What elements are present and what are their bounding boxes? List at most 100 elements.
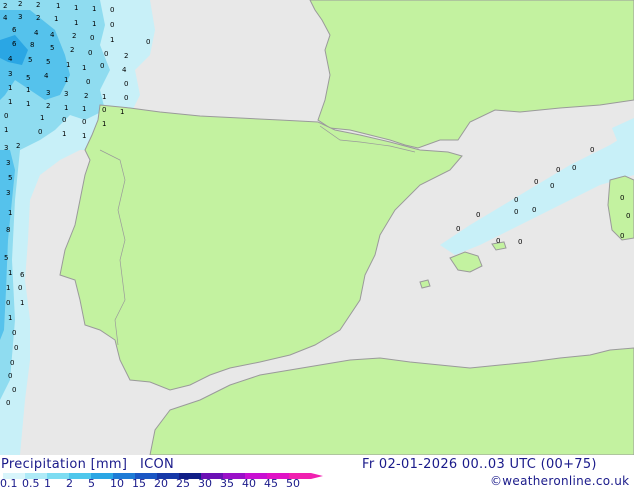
legend-tick-label: 35 [220, 477, 234, 490]
precip-value: 2 [46, 102, 50, 110]
precip-value: 8 [30, 41, 34, 49]
precip-value: 0 [82, 118, 86, 126]
precip-value: 0 [110, 21, 114, 29]
precip-value: 1 [8, 314, 12, 322]
precip-value: 5 [50, 44, 54, 52]
precip-value: 3 [18, 13, 22, 21]
precip-value: 0 [626, 212, 630, 220]
precip-value: 1 [20, 299, 24, 307]
legend-tick-label: 50 [286, 477, 300, 490]
precip-value: 6 [20, 271, 25, 279]
precip-value: 0 [534, 178, 538, 186]
precip-value: 0 [550, 182, 554, 190]
precip-value: 0 [102, 106, 106, 114]
precip-value: 1 [8, 209, 12, 217]
precip-value: 0 [88, 49, 92, 57]
precip-value: 0 [456, 225, 460, 233]
precip-value: 6 [12, 40, 17, 48]
precip-value: 1 [26, 86, 30, 94]
precip-value: 4 [44, 72, 49, 80]
ibiza-island [419, 279, 431, 289]
precip-value: 3 [46, 89, 50, 97]
legend-tick-label: 10 [110, 477, 124, 490]
precip-value: 6 [12, 26, 17, 34]
precip-value: 2 [72, 32, 76, 40]
map-title: Precipitation [mm] [1, 457, 128, 472]
legend-tick-label: 15 [132, 477, 146, 490]
precip-value: 0 [10, 359, 14, 367]
precip-value: 3 [6, 159, 10, 167]
valid-time: Fr 02-01-2026 00..03 UTC (00+75) [362, 457, 597, 472]
precip-value: 0 [572, 164, 576, 172]
precip-value: 0 [4, 112, 8, 120]
precip-value: 3 [64, 90, 68, 98]
precip-value: 4 [3, 14, 8, 22]
precip-value: 5 [26, 74, 30, 82]
precip-value: 0 [590, 146, 594, 154]
precip-value: 1 [102, 93, 106, 101]
precip-value: 0 [62, 116, 66, 124]
precip-value: 3 [6, 189, 10, 197]
model-name: ICON [140, 457, 175, 472]
footer-bar: Precipitation [mm] ICON Fr 02-01-2026 00… [0, 455, 634, 490]
precip-value: 1 [74, 19, 78, 27]
precip-value: 1 [82, 64, 86, 72]
precip-value: 0 [496, 237, 500, 245]
precip-value: 0 [476, 211, 480, 219]
precip-value: 0 [6, 299, 10, 307]
map-canvas: 2 2 2 1 1 1 04 3 2 1 1 1 06 4 4 2 0 1 06 8 5 2 0 0 24 5 5 1 1 0 43 5 4 1 0… [0, 0, 634, 456]
precip-value: 5 [8, 174, 12, 182]
precip-value: 1 [8, 269, 12, 277]
precip-value: 0 [12, 329, 16, 337]
precip-value: 4 [50, 31, 55, 39]
precip-value: 1 [4, 126, 8, 134]
precip-value: 0 [6, 399, 10, 407]
legend-tick-label: 0.1 [0, 477, 18, 490]
precip-value: 4 [122, 66, 127, 74]
legend-tick-label: 5 [88, 477, 95, 490]
precip-value: 1 [26, 100, 30, 108]
legend-tick-label: 20 [154, 477, 168, 490]
precip-value: 1 [66, 61, 70, 69]
precip-value: 0 [104, 50, 108, 58]
precip-value: 8 [6, 226, 10, 234]
precip-value: 1 [6, 284, 10, 292]
precip-value: 0 [90, 34, 94, 42]
precip-value: 2 [84, 92, 88, 100]
precip-value: 1 [64, 104, 68, 112]
legend-tick-label: 30 [198, 477, 212, 490]
precip-value: 1 [92, 5, 96, 13]
precip-value: 1 [64, 76, 68, 84]
precip-value: 2 [18, 0, 22, 8]
precip-value: 3 [8, 70, 12, 78]
precip-value: 1 [56, 2, 60, 10]
precip-value: 0 [532, 206, 536, 214]
legend-tick-label: 40 [242, 477, 256, 490]
precip-value: 0 [110, 6, 114, 14]
precip-value: 0 [18, 284, 22, 292]
precip-value: 0 [556, 166, 560, 174]
precip-value: 0 [620, 194, 624, 202]
precip-value: 2 [124, 52, 128, 60]
precip-value: 5 [28, 56, 32, 64]
precip-value: 1 [82, 105, 86, 113]
precip-value: 1 [92, 20, 96, 28]
precip-value: 2 [36, 14, 40, 22]
precip-value: 1 [102, 120, 106, 128]
precip-value: 1 [62, 130, 66, 138]
legend-tick-label: 1 [44, 477, 51, 490]
legend-tick-label: 25 [176, 477, 190, 490]
legend-tick-label: 2 [66, 477, 73, 490]
precip-value: 5 [4, 254, 8, 262]
precip-value: 0 [514, 208, 518, 216]
precip-value: 2 [36, 1, 40, 9]
precip-value: 0 [146, 38, 150, 46]
precip-value: 1 [74, 4, 78, 12]
precip-value: 0 [124, 80, 128, 88]
precip-value: 0 [620, 232, 624, 240]
precip-value: 1 [40, 114, 44, 122]
precip-value: 2 [70, 46, 74, 54]
precip-value: 0 [38, 128, 42, 136]
sardinia-island [607, 175, 634, 241]
legend-arrow [311, 473, 323, 479]
